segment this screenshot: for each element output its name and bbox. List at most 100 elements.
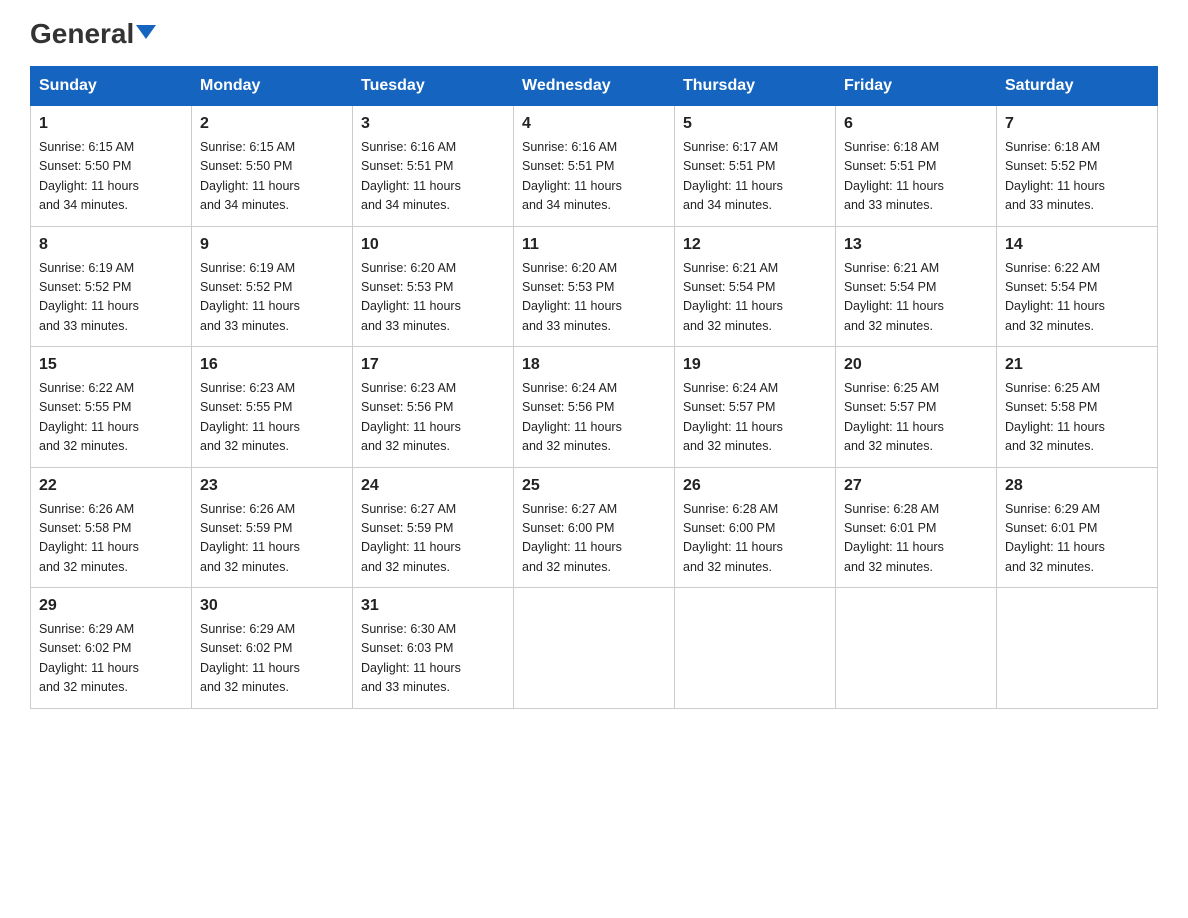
calendar-cell [675,588,836,709]
weekday-header-monday: Monday [192,67,353,106]
day-number: 21 [1005,353,1149,377]
day-info: Sunrise: 6:27 AMSunset: 6:00 PMDaylight:… [522,502,622,574]
calendar-cell: 20Sunrise: 6:25 AMSunset: 5:57 PMDayligh… [836,347,997,468]
day-info: Sunrise: 6:18 AMSunset: 5:51 PMDaylight:… [844,140,944,212]
day-number: 25 [522,474,666,498]
day-info: Sunrise: 6:28 AMSunset: 6:00 PMDaylight:… [683,502,783,574]
day-number: 1 [39,112,183,136]
day-number: 14 [1005,233,1149,257]
day-info: Sunrise: 6:24 AMSunset: 5:57 PMDaylight:… [683,381,783,453]
day-number: 7 [1005,112,1149,136]
day-number: 19 [683,353,827,377]
weekday-header-row: SundayMondayTuesdayWednesdayThursdayFrid… [31,67,1158,106]
calendar-cell [514,588,675,709]
day-info: Sunrise: 6:23 AMSunset: 5:55 PMDaylight:… [200,381,300,453]
day-number: 27 [844,474,988,498]
calendar-cell: 14 Sunrise: 6:22 AMSunset: 5:54 PMDayligh… [997,226,1158,347]
day-number: 4 [522,112,666,136]
day-number: 2 [200,112,344,136]
calendar-cell: 24Sunrise: 6:27 AMSunset: 5:59 PMDayligh… [353,467,514,588]
calendar-cell: 7 Sunrise: 6:18 AMSunset: 5:52 PMDaylight… [997,106,1158,227]
page-header: General [30,20,1158,48]
logo-triangle-icon [136,25,156,39]
calendar-cell: 1 Sunrise: 6:15 AMSunset: 5:50 PMDaylight… [31,106,192,227]
day-number: 30 [200,594,344,618]
day-info: Sunrise: 6:16 AMSunset: 5:51 PMDaylight:… [361,140,461,212]
day-info: Sunrise: 6:23 AMSunset: 5:56 PMDaylight:… [361,381,461,453]
weekday-header-saturday: Saturday [997,67,1158,106]
calendar-cell: 8 Sunrise: 6:19 AMSunset: 5:52 PMDaylight… [31,226,192,347]
weekday-header-friday: Friday [836,67,997,106]
calendar-cell: 26 Sunrise: 6:28 AMSunset: 6:00 PMDayligh… [675,467,836,588]
week-row-3: 15 Sunrise: 6:22 AMSunset: 5:55 PMDayligh… [31,347,1158,468]
day-number: 26 [683,474,827,498]
day-number: 28 [1005,474,1149,498]
day-number: 11 [522,233,666,257]
day-info: Sunrise: 6:22 AMSunset: 5:55 PMDaylight:… [39,381,139,453]
day-info: Sunrise: 6:30 AMSunset: 6:03 PMDaylight:… [361,622,461,694]
logo: General [30,20,156,48]
calendar-cell: 5 Sunrise: 6:17 AMSunset: 5:51 PMDaylight… [675,106,836,227]
calendar-cell: 16 Sunrise: 6:23 AMSunset: 5:55 PMDayligh… [192,347,353,468]
calendar-cell: 23Sunrise: 6:26 AMSunset: 5:59 PMDayligh… [192,467,353,588]
day-number: 16 [200,353,344,377]
day-info: Sunrise: 6:18 AMSunset: 5:52 PMDaylight:… [1005,140,1105,212]
day-info: Sunrise: 6:17 AMSunset: 5:51 PMDaylight:… [683,140,783,212]
calendar-cell: 11 Sunrise: 6:20 AMSunset: 5:53 PMDayligh… [514,226,675,347]
day-info: Sunrise: 6:20 AMSunset: 5:53 PMDaylight:… [361,261,461,333]
day-number: 22 [39,474,183,498]
calendar-cell: 2 Sunrise: 6:15 AMSunset: 5:50 PMDaylight… [192,106,353,227]
day-info: Sunrise: 6:25 AMSunset: 5:57 PMDaylight:… [844,381,944,453]
day-info: Sunrise: 6:29 AMSunset: 6:02 PMDaylight:… [39,622,139,694]
weekday-header-thursday: Thursday [675,67,836,106]
calendar-cell: 17 Sunrise: 6:23 AMSunset: 5:56 PMDayligh… [353,347,514,468]
weekday-header-sunday: Sunday [31,67,192,106]
calendar-cell: 31 Sunrise: 6:30 AMSunset: 6:03 PMDayligh… [353,588,514,709]
day-info: Sunrise: 6:24 AMSunset: 5:56 PMDaylight:… [522,381,622,453]
day-number: 13 [844,233,988,257]
calendar-cell [836,588,997,709]
calendar-cell: 21 Sunrise: 6:25 AMSunset: 5:58 PMDayligh… [997,347,1158,468]
week-row-4: 22 Sunrise: 6:26 AMSunset: 5:58 PMDayligh… [31,467,1158,588]
calendar-cell: 15 Sunrise: 6:22 AMSunset: 5:55 PMDayligh… [31,347,192,468]
day-number: 15 [39,353,183,377]
day-info: Sunrise: 6:25 AMSunset: 5:58 PMDaylight:… [1005,381,1105,453]
day-info: Sunrise: 6:21 AMSunset: 5:54 PMDaylight:… [844,261,944,333]
day-info: Sunrise: 6:26 AMSunset: 5:58 PMDaylight:… [39,502,139,574]
calendar-cell: 19 Sunrise: 6:24 AMSunset: 5:57 PMDayligh… [675,347,836,468]
weekday-header-wednesday: Wednesday [514,67,675,106]
calendar-cell: 18 Sunrise: 6:24 AMSunset: 5:56 PMDayligh… [514,347,675,468]
day-number: 10 [361,233,505,257]
calendar-cell: 6Sunrise: 6:18 AMSunset: 5:51 PMDaylight… [836,106,997,227]
day-info: Sunrise: 6:15 AMSunset: 5:50 PMDaylight:… [39,140,139,212]
day-number: 31 [361,594,505,618]
day-info: Sunrise: 6:19 AMSunset: 5:52 PMDaylight:… [39,261,139,333]
calendar-cell: 22 Sunrise: 6:26 AMSunset: 5:58 PMDayligh… [31,467,192,588]
week-row-5: 29 Sunrise: 6:29 AMSunset: 6:02 PMDayligh… [31,588,1158,709]
day-number: 18 [522,353,666,377]
day-info: Sunrise: 6:22 AMSunset: 5:54 PMDaylight:… [1005,261,1105,333]
day-number: 5 [683,112,827,136]
calendar-cell: 13 Sunrise: 6:21 AMSunset: 5:54 PMDayligh… [836,226,997,347]
day-info: Sunrise: 6:26 AMSunset: 5:59 PMDaylight:… [200,502,300,574]
calendar-cell: 25 Sunrise: 6:27 AMSunset: 6:00 PMDayligh… [514,467,675,588]
calendar-cell [997,588,1158,709]
day-info: Sunrise: 6:20 AMSunset: 5:53 PMDaylight:… [522,261,622,333]
day-info: Sunrise: 6:27 AMSunset: 5:59 PMDaylight:… [361,502,461,574]
day-number: 9 [200,233,344,257]
logo-general: General [30,20,156,48]
day-number: 12 [683,233,827,257]
calendar-cell: 9 Sunrise: 6:19 AMSunset: 5:52 PMDaylight… [192,226,353,347]
day-info: Sunrise: 6:29 AMSunset: 6:01 PMDaylight:… [1005,502,1105,574]
week-row-2: 8 Sunrise: 6:19 AMSunset: 5:52 PMDaylight… [31,226,1158,347]
day-info: Sunrise: 6:21 AMSunset: 5:54 PMDaylight:… [683,261,783,333]
day-number: 8 [39,233,183,257]
day-info: Sunrise: 6:28 AMSunset: 6:01 PMDaylight:… [844,502,944,574]
day-info: Sunrise: 6:15 AMSunset: 5:50 PMDaylight:… [200,140,300,212]
day-number: 17 [361,353,505,377]
day-info: Sunrise: 6:19 AMSunset: 5:52 PMDaylight:… [200,261,300,333]
calendar-cell: 4Sunrise: 6:16 AMSunset: 5:51 PMDaylight… [514,106,675,227]
calendar-cell: 12 Sunrise: 6:21 AMSunset: 5:54 PMDayligh… [675,226,836,347]
day-number: 29 [39,594,183,618]
day-number: 3 [361,112,505,136]
